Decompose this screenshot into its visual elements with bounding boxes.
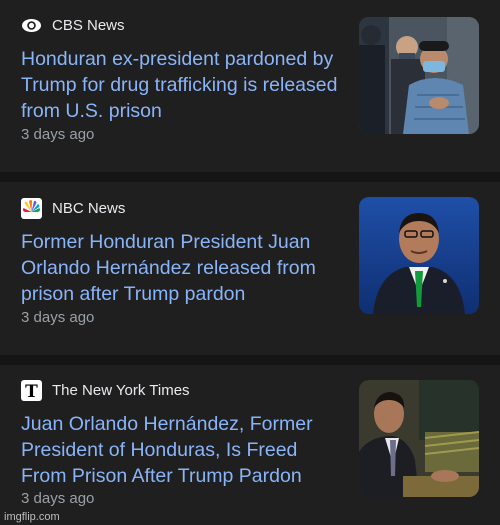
source-name[interactable]: NBC News: [52, 200, 125, 218]
watermark-text: imgflip.com: [4, 511, 60, 523]
source-row: CBS News: [21, 15, 125, 36]
photo-man-speaking-thumbnail[interactable]: [359, 197, 479, 314]
nyt-t-icon: T: [21, 380, 42, 401]
cbs-eye-icon: [21, 15, 42, 36]
news-card[interactable]: CBS News Honduran ex-president pardoned …: [0, 0, 500, 172]
photo-man-with-mask-thumbnail[interactable]: [359, 17, 479, 134]
timestamp: 3 days ago: [21, 309, 95, 326]
photo-man-at-podium-thumbnail[interactable]: [359, 380, 479, 497]
timestamp: 3 days ago: [21, 490, 95, 507]
headline-link[interactable]: Honduran ex-president pardoned by Trump …: [21, 46, 341, 124]
headline-link[interactable]: Juan Orlando Hernández, Former President…: [21, 411, 341, 489]
source-row: NBC News: [21, 198, 125, 219]
timestamp: 3 days ago: [21, 126, 95, 143]
card-divider: [0, 172, 500, 182]
source-name[interactable]: CBS News: [52, 17, 125, 35]
source-row: T The New York Times: [21, 380, 190, 401]
news-card[interactable]: T The New York Times Juan Orlando Hernán…: [0, 365, 500, 525]
card-divider: [0, 355, 500, 365]
nbc-peacock-icon: [21, 198, 42, 219]
headline-link[interactable]: Former Honduran President Juan Orlando H…: [21, 229, 341, 307]
svg-text:T: T: [25, 382, 38, 401]
news-card[interactable]: NBC News Former Honduran President Juan …: [0, 182, 500, 355]
source-name[interactable]: The New York Times: [52, 382, 190, 400]
